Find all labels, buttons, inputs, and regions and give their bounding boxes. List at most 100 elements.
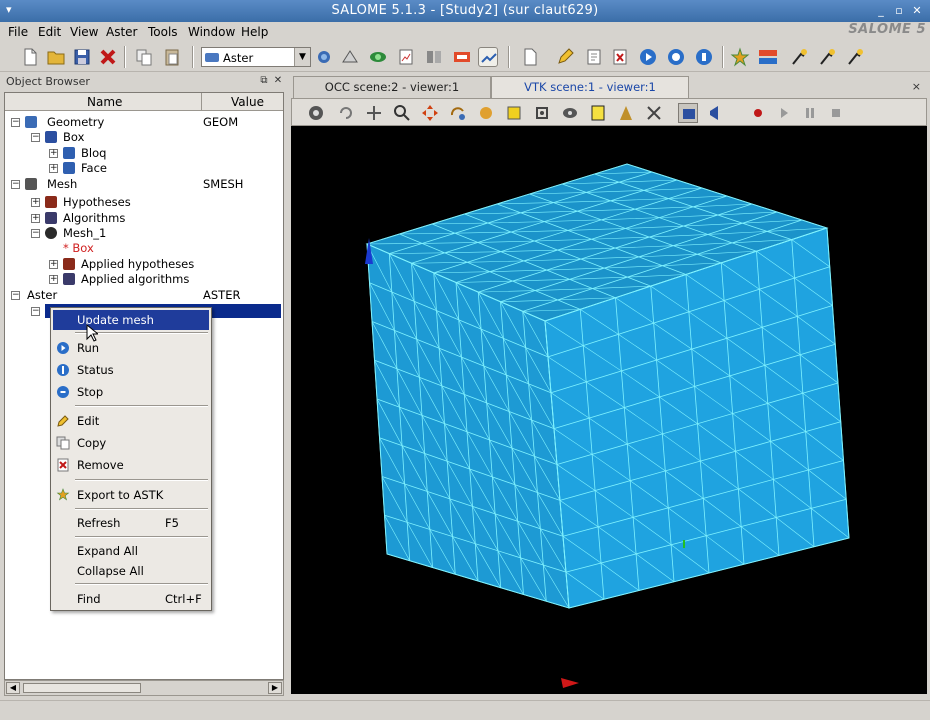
play-icon[interactable] (774, 103, 794, 123)
close-viewer-icon[interactable]: × (912, 80, 921, 93)
close-icon[interactable]: ✕ (910, 4, 924, 18)
pause-icon[interactable] (800, 103, 820, 123)
collapse-icon[interactable]: − (11, 180, 20, 189)
column-name-header[interactable]: Name (87, 95, 122, 109)
wizard-3-icon[interactable] (846, 47, 866, 67)
tree-label: Applied hypotheses (81, 257, 195, 271)
menu-edit[interactable]: Edit (38, 25, 61, 39)
status-icon[interactable] (666, 47, 686, 67)
maximize-icon[interactable]: ▫ (892, 4, 906, 18)
menu-tools[interactable]: Tools (148, 25, 178, 39)
menu-view[interactable]: View (70, 25, 98, 39)
hypotheses-icon (45, 196, 57, 208)
collapse-icon[interactable]: − (11, 118, 20, 127)
trihedron-icon[interactable] (706, 103, 726, 123)
float-dock-icon[interactable]: ⧉ (258, 75, 270, 87)
expand-icon[interactable]: + (49, 260, 58, 269)
collapse-icon[interactable]: − (31, 229, 40, 238)
change-rotation-icon[interactable] (532, 103, 552, 123)
wizard-1-icon[interactable] (790, 47, 810, 67)
menu-item-find[interactable]: Find Ctrl+F (53, 589, 209, 609)
view-right-icon[interactable] (644, 103, 664, 123)
scroll-left-icon[interactable]: ◀ (6, 682, 20, 694)
rotate-icon[interactable] (448, 103, 468, 123)
menu-help[interactable]: Help (241, 25, 268, 39)
view-top-icon[interactable] (588, 103, 608, 123)
panel-splitter[interactable] (285, 74, 290, 696)
minimize-icon[interactable]: _ (874, 4, 888, 18)
expand-icon[interactable]: + (31, 214, 40, 223)
vtk-3d-viewport[interactable] (291, 126, 927, 694)
open-icon[interactable] (46, 47, 66, 67)
menu-item-edit[interactable]: Edit (53, 411, 209, 431)
expand-icon[interactable]: + (49, 149, 58, 158)
dump-icon[interactable] (478, 47, 498, 67)
menu-item-stop[interactable]: Stop (53, 382, 209, 402)
pan-icon[interactable] (364, 103, 384, 123)
fit-all-icon[interactable] (420, 103, 440, 123)
edit-icon[interactable] (555, 47, 575, 67)
menu-item-label: Refresh (77, 516, 121, 530)
collapse-icon[interactable]: − (31, 133, 40, 142)
viewer-area: OCC scene:2 - viewer:1 VTK scene:1 - vie… (291, 74, 927, 696)
menu-item-label: Copy (77, 436, 107, 450)
close-dock-icon[interactable]: ✕ (272, 75, 284, 87)
column-value-header[interactable]: Value (231, 95, 264, 109)
horizontal-scrollbar[interactable]: ◀ ▶ (4, 680, 284, 696)
table-icon[interactable] (424, 47, 444, 67)
remove-icon[interactable] (610, 47, 630, 67)
view-left-icon[interactable] (616, 103, 636, 123)
view-front-icon[interactable] (560, 103, 580, 123)
dump-view-icon[interactable] (306, 103, 326, 123)
menu-aster[interactable]: Aster (106, 25, 137, 39)
menu-item-refresh[interactable]: Refresh F5 (53, 513, 209, 533)
copy-icon[interactable] (134, 47, 154, 67)
menu-item-export-astk[interactable]: Export to ASTK (53, 485, 209, 505)
smesh-icon[interactable] (340, 47, 360, 67)
module-combo[interactable]: Aster ▼ (201, 47, 311, 67)
menu-file[interactable]: File (8, 25, 28, 39)
menu-item-status[interactable]: Status (53, 360, 209, 380)
chevron-down-icon[interactable]: ▼ (294, 48, 310, 66)
global-pan-icon[interactable] (476, 103, 496, 123)
scroll-thumb[interactable] (23, 683, 141, 693)
menu-item-copy[interactable]: Copy (53, 433, 209, 453)
rotation-point-icon[interactable] (336, 103, 356, 123)
expand-icon[interactable]: + (31, 198, 40, 207)
stop-icon[interactable] (694, 47, 714, 67)
view-reset-icon[interactable] (678, 103, 698, 123)
tab-occ-scene[interactable]: OCC scene:2 - viewer:1 (293, 76, 491, 98)
python-icon[interactable] (452, 47, 472, 67)
menu-window[interactable]: Window (188, 25, 235, 39)
close-study-icon[interactable] (98, 47, 118, 67)
stop-record-icon[interactable] (826, 103, 846, 123)
menu-item-update-mesh[interactable]: Update mesh (53, 310, 209, 330)
astk-icon[interactable] (730, 47, 750, 67)
fit-area-icon[interactable] (504, 103, 524, 123)
record-icon[interactable] (748, 103, 768, 123)
scroll-right-icon[interactable]: ▶ (268, 682, 282, 694)
save-icon[interactable] (72, 47, 92, 67)
zoom-icon[interactable] (392, 103, 412, 123)
menu-item-remove[interactable]: Remove (53, 455, 209, 475)
menu-item-expand-all[interactable]: Expand All (53, 541, 209, 561)
expand-icon[interactable]: + (49, 164, 58, 173)
new-icon[interactable] (20, 47, 40, 67)
tree-label: Applied algorithms (81, 272, 190, 286)
menu-item-run[interactable]: Run (53, 338, 209, 358)
run-icon[interactable] (638, 47, 658, 67)
plot-icon[interactable] (396, 47, 416, 67)
menu-item-shortcut: Ctrl+F (165, 592, 202, 606)
paste-icon[interactable] (162, 47, 182, 67)
viewer-icon[interactable] (368, 47, 388, 67)
occ-icon[interactable] (314, 47, 334, 67)
collapse-icon[interactable]: − (11, 291, 20, 300)
expand-icon[interactable]: + (49, 275, 58, 284)
menu-item-collapse-all[interactable]: Collapse All (53, 561, 209, 581)
wizard-2-icon[interactable] (818, 47, 838, 67)
new-doc-icon[interactable] (520, 47, 540, 67)
pre-aster-icon[interactable] (758, 47, 778, 67)
tab-vtk-scene[interactable]: VTK scene:1 - viewer:1 (491, 76, 689, 98)
copy-file-icon[interactable] (584, 47, 604, 67)
collapse-icon[interactable]: − (31, 307, 40, 316)
